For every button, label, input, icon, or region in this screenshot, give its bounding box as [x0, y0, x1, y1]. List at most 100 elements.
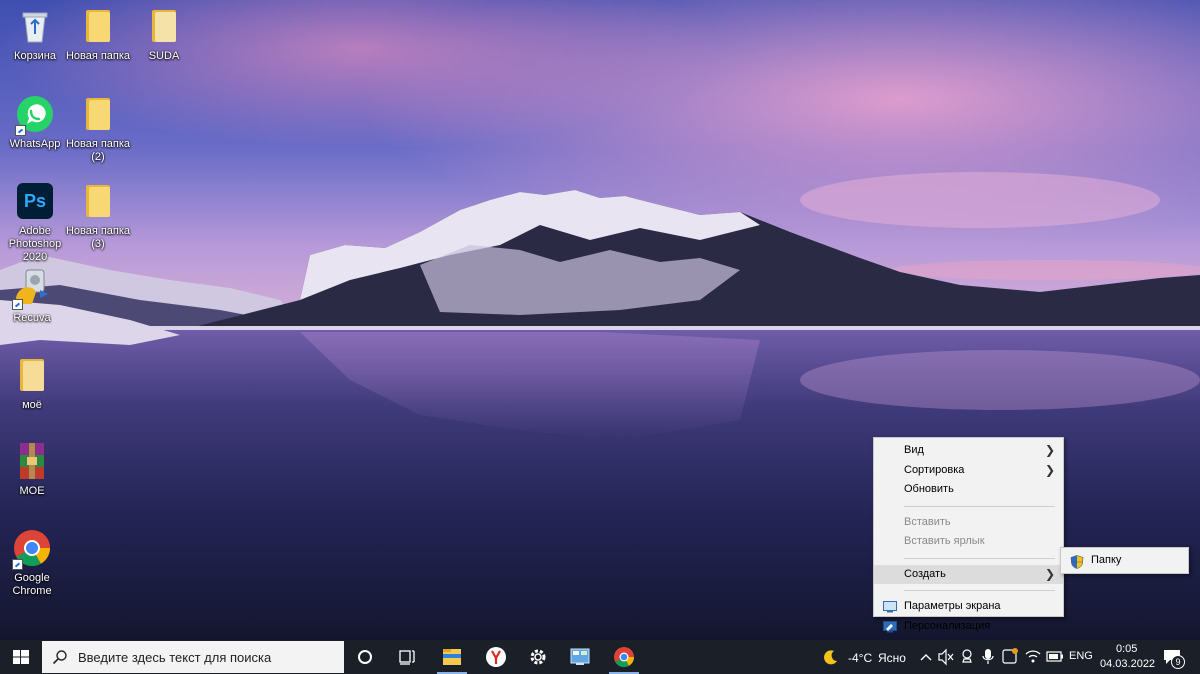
microphone-tray-button[interactable]: [979, 640, 997, 674]
shortcut-arrow-icon: [12, 559, 23, 570]
task-view-button[interactable]: [386, 640, 428, 674]
menu-item-label: Обновить: [904, 483, 954, 495]
taskbar: Введите здесь текст для поиска -4°C Ясно…: [0, 640, 1200, 674]
menu-item-display-settings[interactable]: Параметры экрана: [874, 597, 1063, 617]
update-notification-icon: [1002, 648, 1018, 664]
show-hidden-icons-button[interactable]: [918, 640, 934, 674]
menu-item-paste[interactable]: Вставить: [874, 513, 1063, 533]
taskbar-search-box[interactable]: Введите здесь текст для поиска: [42, 641, 344, 673]
display-settings-icon: [883, 601, 897, 613]
desktop-icon-moe-archive[interactable]: MOE: [0, 441, 67, 498]
language-label: ENG: [1069, 650, 1093, 662]
desktop-icon-label: Новая папка: [65, 50, 131, 62]
menu-separator: [904, 590, 1055, 591]
menu-item-view[interactable]: Вид ❯: [874, 441, 1063, 461]
moon-icon: [824, 650, 837, 665]
desktop-icon-moyo-folder[interactable]: моё: [0, 355, 67, 412]
folder-icon: [78, 6, 118, 46]
chevron-right-icon: ❯: [1044, 443, 1055, 457]
menu-item-new[interactable]: Создать ❯: [874, 564, 1063, 584]
taskbar-chrome[interactable]: [603, 640, 645, 674]
windows-logo-icon: [13, 650, 29, 664]
desktop-icon-label: Корзина: [14, 50, 56, 62]
wifi-icon: [1025, 650, 1041, 663]
search-placeholder: Введите здесь текст для поиска: [78, 650, 272, 665]
control-panel-icon: [570, 648, 590, 665]
desktop-icon-recuva[interactable]: Recuva: [0, 268, 67, 325]
photoshop-icon: Ps: [15, 181, 55, 221]
battery-button[interactable]: [1045, 640, 1065, 674]
weather-temperature: -4°C: [848, 651, 873, 665]
taskbar-settings[interactable]: [517, 640, 559, 674]
yandex-browser-icon: [486, 647, 506, 667]
desktop-icon-label: Новая папка (3): [65, 225, 131, 250]
task-view-icon: [399, 650, 415, 665]
search-icon: [52, 650, 67, 665]
menu-item-sort[interactable]: Сортировка ❯: [874, 461, 1063, 481]
notification-count-badge: 9: [1171, 655, 1185, 669]
volume-button[interactable]: [937, 640, 955, 674]
desktop-context-menu: Вид ❯ Сортировка ❯ Обновить Вставить Вст…: [873, 437, 1064, 632]
menu-item-paste-shortcut[interactable]: Вставить ярлык: [874, 532, 1063, 552]
menu-item-personalization[interactable]: Персонализация: [874, 617, 1063, 637]
clock-date: 04.03.2022: [1100, 658, 1156, 670]
folder-icon: [78, 94, 118, 134]
notification-center-button[interactable]: 9: [1160, 640, 1190, 674]
recycle-bin-icon: [15, 6, 55, 46]
webcam-icon: [962, 649, 972, 663]
winrar-icon: [12, 441, 52, 481]
chevron-up-icon: [920, 654, 932, 661]
chrome-icon: [12, 528, 52, 570]
shortcut-arrow-icon: [12, 299, 23, 310]
start-button[interactable]: [0, 640, 42, 674]
menu-item-label: Вставить ярлык: [904, 535, 985, 547]
weather-condition: Ясно: [878, 651, 906, 665]
microphone-icon: [982, 649, 994, 664]
whatsapp-icon: [15, 94, 55, 136]
desktop-icon-recycle-bin[interactable]: Корзина: [0, 6, 70, 63]
menu-separator: [904, 505, 1055, 507]
folder-icon: [12, 355, 52, 395]
menu-separator: [904, 557, 1055, 559]
desktop-icon-label: MOE: [19, 485, 45, 497]
menu-item-label: Параметры экрана: [904, 600, 1001, 612]
cortana-icon: [358, 650, 372, 664]
submenu-item-folder[interactable]: Папку: [1061, 548, 1188, 573]
network-button[interactable]: [1023, 640, 1043, 674]
taskbar-file-explorer[interactable]: [431, 640, 473, 674]
cortana-button[interactable]: [344, 640, 386, 674]
desktop-icon-label: SUDA: [148, 50, 180, 62]
menu-item-label: Вид: [904, 444, 924, 456]
language-indicator[interactable]: ENG: [1066, 640, 1094, 674]
menu-item-label: Персонализация: [904, 619, 991, 632]
desktop-icon-label: WhatsApp: [9, 138, 61, 150]
new-submenu: Папку: [1060, 547, 1189, 574]
shortcut-arrow-icon: [15, 125, 26, 136]
desktop-icon-new-folder-2[interactable]: Новая папка (2): [63, 94, 133, 164]
desktop-icon-google-chrome[interactable]: Google Chrome: [0, 528, 67, 598]
weather-widget[interactable]: -4°C Ясно: [820, 640, 910, 674]
desktop-icon-label: моё: [22, 399, 42, 411]
menu-item-label: Сортировка: [904, 463, 965, 476]
desktop-icon-whatsapp[interactable]: WhatsApp: [0, 94, 70, 151]
clock[interactable]: 0:05 04.03.2022: [1098, 640, 1156, 674]
desktop-icon-suda[interactable]: SUDA: [129, 6, 199, 63]
chevron-right-icon: ❯: [1044, 462, 1055, 477]
update-tray-button[interactable]: [1000, 640, 1020, 674]
clock-time: 0:05: [1116, 643, 1138, 655]
battery-icon: [1046, 651, 1063, 662]
taskbar-yandex-browser[interactable]: [475, 640, 517, 674]
chevron-right-icon: ❯: [1044, 566, 1055, 581]
taskbar-control-panel[interactable]: [559, 640, 601, 674]
camera-tray-button[interactable]: [958, 640, 976, 674]
menu-item-label: Создать: [904, 567, 946, 580]
chrome-icon: [614, 647, 635, 668]
desktop-icon-new-folder[interactable]: Новая папка: [63, 6, 133, 63]
recuva-icon: [12, 268, 52, 310]
desktop-icon-label: Google Chrome: [12, 572, 52, 597]
folder-icon: [78, 181, 118, 221]
menu-item-label: Папку: [1091, 554, 1122, 566]
volume-muted-icon: [938, 648, 954, 666]
menu-item-refresh[interactable]: Обновить: [874, 480, 1063, 500]
desktop-icon-new-folder-3[interactable]: Новая папка (3): [63, 181, 133, 251]
